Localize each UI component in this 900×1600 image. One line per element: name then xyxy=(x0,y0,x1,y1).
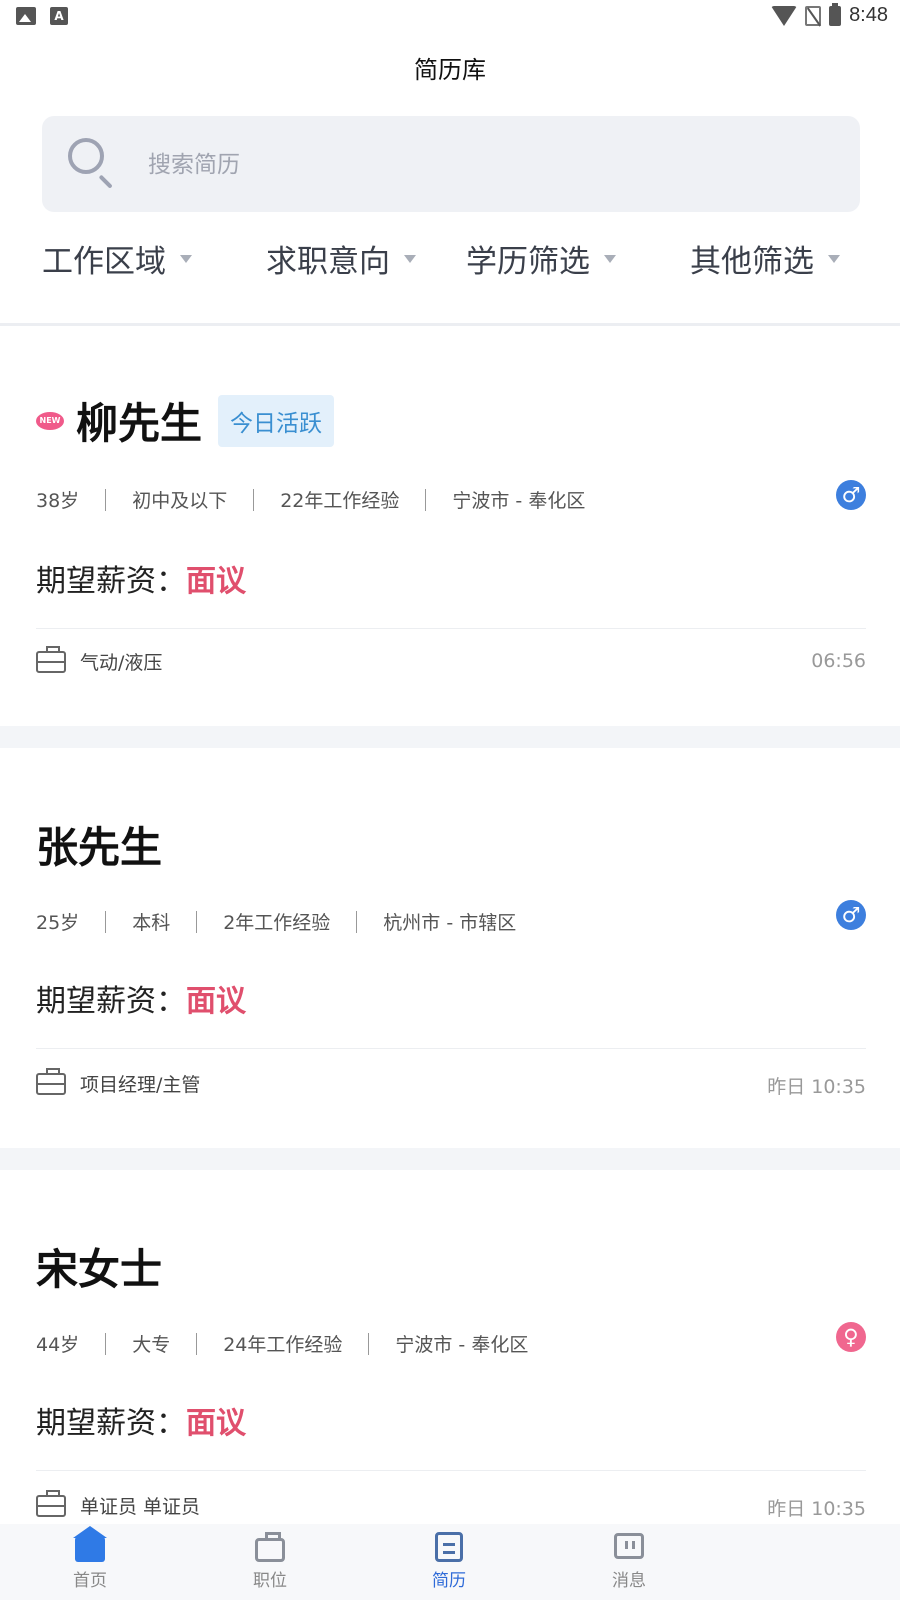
filter-bar: 工作区域 求职意向 学历筛选 其他筛选 xyxy=(0,236,900,294)
active-today-tag: 今日活跃 xyxy=(218,394,335,447)
candidate-name: 柳先生 xyxy=(76,399,203,448)
caret-down-icon xyxy=(604,254,616,263)
briefcase-icon xyxy=(36,1067,66,1095)
candidate-location: 杭州市 - 市辖区 xyxy=(383,912,517,934)
caret-down-icon xyxy=(180,254,192,263)
candidate-education: 本科 xyxy=(132,912,171,934)
briefcase-icon xyxy=(36,645,66,673)
expected-salary: 期望薪资：面议 xyxy=(36,976,246,1020)
filter-education[interactable]: 学历筛选 xyxy=(466,236,616,281)
nav-jobs[interactable]: 职位 xyxy=(210,1530,330,1591)
job-intention: 气动/液压 xyxy=(36,645,163,675)
divider xyxy=(36,1048,866,1049)
female-icon: ♀ xyxy=(836,1322,866,1352)
job-intention: 项目经理/主管 xyxy=(36,1067,201,1097)
resume-card[interactable]: 宋女士 ♀ 44岁 大专 24年工作经验 宁波市 - 奉化区 期望薪资：面议 单… xyxy=(0,1170,900,1524)
candidate-name: 张先生 xyxy=(36,823,163,872)
caret-down-icon xyxy=(828,254,840,263)
update-time: 昨日 10:35 xyxy=(767,1076,866,1098)
nav-label: 消息 xyxy=(612,1571,646,1591)
no-sim-icon xyxy=(805,5,822,26)
male-icon: ♂ xyxy=(836,480,866,510)
candidate-age: 25岁 xyxy=(36,912,80,934)
candidate-education: 初中及以下 xyxy=(132,490,228,512)
job-title: 气动/液压 xyxy=(80,652,163,674)
candidate-meta: 25岁 本科 2年工作经验 杭州市 - 市辖区 xyxy=(36,908,516,935)
card-separator xyxy=(0,726,900,748)
resume-card[interactable]: 张先生 ♂ 25岁 本科 2年工作经验 杭州市 - 市辖区 期望薪资：面议 项目… xyxy=(0,748,900,1148)
search-input[interactable] xyxy=(146,144,830,186)
resume-icon xyxy=(435,1532,463,1562)
candidate-experience: 2年工作经验 xyxy=(223,912,331,934)
search-bar[interactable] xyxy=(42,116,860,212)
candidate-location: 宁波市 - 奉化区 xyxy=(395,1334,529,1356)
filter-other[interactable]: 其他筛选 xyxy=(690,236,840,281)
gallery-notification-icon xyxy=(16,7,36,25)
update-time: 昨日 10:35 xyxy=(767,1498,866,1520)
home-icon xyxy=(73,1526,107,1562)
candidate-meta: 38岁 初中及以下 22年工作经验 宁波市 - 奉化区 xyxy=(36,486,585,513)
wifi-icon xyxy=(771,5,798,26)
briefcase-icon xyxy=(36,1489,66,1517)
filter-job-intention[interactable]: 求职意向 xyxy=(266,236,416,281)
nav-label: 简历 xyxy=(432,1571,466,1591)
status-bar: A 8:48 xyxy=(0,0,900,36)
candidate-meta: 44岁 大专 24年工作经验 宁波市 - 奉化区 xyxy=(36,1330,528,1357)
candidate-experience: 22年工作经验 xyxy=(280,490,400,512)
resume-card[interactable]: NEW 柳先生 今日活跃 ♂ 38岁 初中及以下 22年工作经验 宁波市 - 奉… xyxy=(0,326,900,726)
salary-label: 期望薪资： xyxy=(36,984,186,1019)
nav-label: 首页 xyxy=(73,1571,107,1591)
job-title: 项目经理/主管 xyxy=(80,1074,201,1096)
job-intention: 单证员 单证员 xyxy=(36,1489,201,1519)
card-separator xyxy=(0,1148,900,1170)
search-icon xyxy=(68,138,116,190)
filter-work-area[interactable]: 工作区域 xyxy=(42,236,192,281)
candidate-education: 大专 xyxy=(132,1334,171,1356)
filter-label: 工作区域 xyxy=(42,244,166,280)
candidate-age: 44岁 xyxy=(36,1334,80,1356)
caret-down-icon xyxy=(404,254,416,263)
message-icon xyxy=(614,1533,644,1559)
expected-salary: 期望薪资：面议 xyxy=(36,556,246,600)
salary-value: 面议 xyxy=(186,984,246,1019)
job-title: 单证员 单证员 xyxy=(80,1496,201,1518)
briefcase-icon xyxy=(255,1532,285,1562)
candidate-experience: 24年工作经验 xyxy=(223,1334,343,1356)
bottom-nav: 首页 职位 简历 消息 xyxy=(0,1524,900,1600)
divider xyxy=(36,628,866,629)
update-time: 06:56 xyxy=(811,650,866,672)
divider xyxy=(36,1470,866,1471)
candidate-location: 宁波市 - 奉化区 xyxy=(452,490,586,512)
nav-home[interactable]: 首页 xyxy=(30,1526,150,1591)
nav-messages[interactable]: 消息 xyxy=(569,1530,689,1591)
status-time: 8:48 xyxy=(849,4,888,26)
candidate-name: 宋女士 xyxy=(36,1245,163,1294)
candidate-age: 38岁 xyxy=(36,490,80,512)
expected-salary: 期望薪资：面议 xyxy=(36,1398,246,1442)
filter-label: 其他筛选 xyxy=(690,244,814,280)
male-icon: ♂ xyxy=(836,900,866,930)
nav-resumes[interactable]: 简历 xyxy=(389,1530,509,1591)
nav-label: 职位 xyxy=(253,1571,287,1591)
app-notification-icon: A xyxy=(50,7,68,25)
filter-label: 求职意向 xyxy=(266,244,390,280)
salary-value: 面议 xyxy=(186,564,246,599)
filter-label: 学历筛选 xyxy=(466,244,590,280)
salary-value: 面议 xyxy=(186,1406,246,1441)
salary-label: 期望薪资： xyxy=(36,1406,186,1441)
salary-label: 期望薪资： xyxy=(36,564,186,599)
new-badge: NEW xyxy=(36,411,64,430)
battery-icon xyxy=(829,2,842,26)
page-title: 简历库 xyxy=(414,56,486,84)
